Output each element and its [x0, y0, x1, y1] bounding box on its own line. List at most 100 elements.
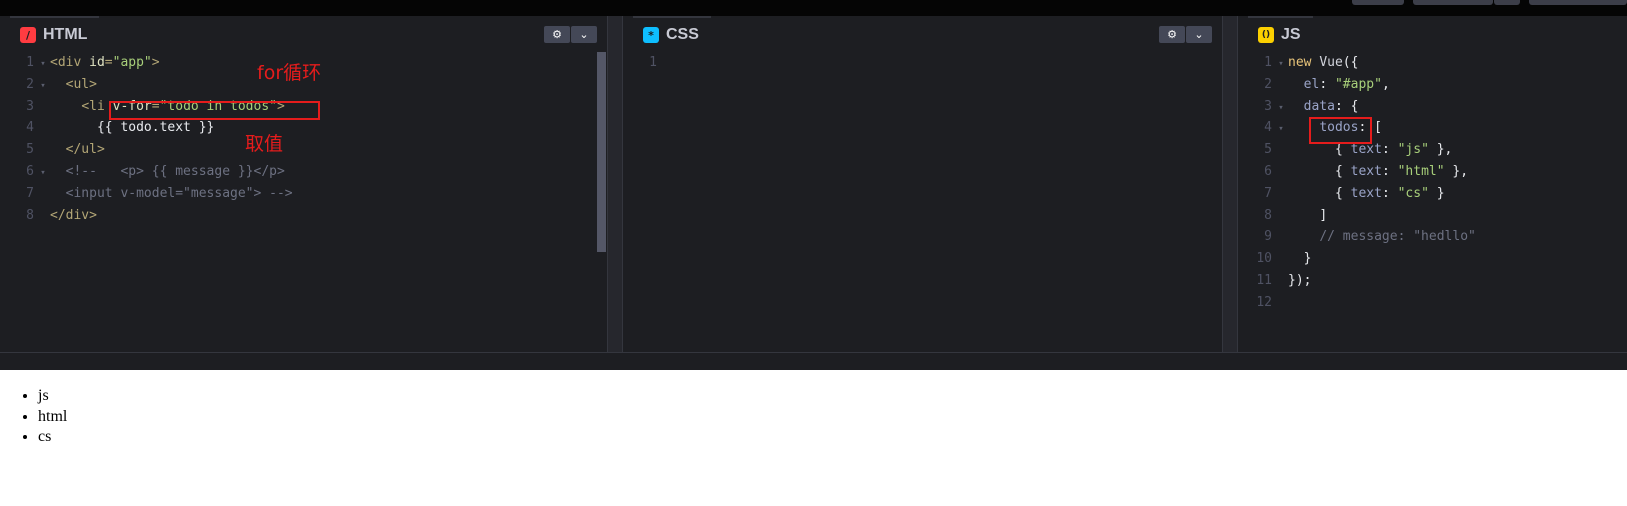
toolbar-button[interactable] — [1529, 0, 1627, 5]
css-pane-buttons: ⚙ ⌄ — [1159, 26, 1212, 43]
code-token: , — [1381, 76, 1390, 92]
fold-arrow-icon[interactable]: ▾ — [36, 54, 50, 76]
html-editor-scrollbar[interactable] — [597, 52, 606, 252]
list-item: html — [38, 407, 67, 428]
line-number: 3 — [26, 98, 34, 114]
fold-arrow-icon[interactable]: ▾ — [1274, 54, 1288, 76]
html-pane-buttons: ⚙ ⌄ — [544, 26, 597, 43]
todo-list: jshtmlcs — [38, 386, 67, 448]
gear-icon[interactable]: ⚙ — [544, 26, 570, 43]
toolbar-button[interactable] — [1352, 0, 1404, 5]
line-number: 1 — [649, 55, 657, 70]
code-token: "js" — [1397, 142, 1429, 158]
code-line[interactable]: 4 ▾ todos: [ — [1238, 117, 1627, 139]
fold-arrow-icon[interactable]: ▾ — [1274, 119, 1288, 141]
code-line[interactable]: 5 { text: "js" }, — [1238, 139, 1627, 161]
code-line[interactable]: 10 } — [1238, 248, 1627, 270]
css-code-editor[interactable]: 1 — [623, 52, 1222, 74]
line-number: 6 — [1264, 163, 1272, 179]
line-number: 11 — [1256, 272, 1272, 288]
chevron-down-icon[interactable]: ⌄ — [571, 26, 597, 43]
js-editor-pane: () JS 1 ▾ new Vue({2 el: "#app", 3 ▾ data: {… — [1238, 16, 1627, 366]
gear-icon[interactable]: ⚙ — [1159, 26, 1185, 43]
code-line[interactable]: 4 {{ todo.text }} — [0, 117, 607, 139]
code-line[interactable]: 7 { text: "cs" } — [1238, 183, 1627, 205]
line-number: 4 — [26, 120, 34, 136]
code-token: </div> — [50, 207, 97, 223]
fold-arrow-icon[interactable]: ▾ — [1274, 98, 1288, 120]
js-pane-header: () JS — [1238, 16, 1627, 52]
code-line[interactable]: 3 ▾ data: { — [1238, 96, 1627, 118]
code-token: { — [1334, 142, 1351, 158]
code-line[interactable]: 6 { text: "html" }, — [1238, 161, 1627, 183]
code-token: : — [1319, 76, 1335, 92]
code-line[interactable]: 8 ] — [1238, 205, 1627, 227]
code-token: "html" — [1397, 163, 1445, 179]
line-number: 2 — [26, 76, 34, 92]
chevron-down-icon[interactable]: ⌄ — [1186, 26, 1212, 43]
editor-area: / HTML ⚙ ⌄ 1 ▾ <div id="app"> 2 ▾ <ul> 3 <li … — [0, 16, 1627, 366]
code-line[interactable]: 11}); — [1238, 270, 1627, 292]
list-item: cs — [38, 427, 67, 448]
line-number: 1 — [26, 55, 34, 70]
code-token: } — [1428, 185, 1445, 201]
js-tab[interactable]: () JS — [1248, 16, 1313, 52]
code-line[interactable]: 5 </ul> — [0, 139, 607, 161]
code-line[interactable]: 9 // message: "hedllo" — [1238, 226, 1627, 248]
css-pane-header: * CSS ⚙ ⌄ — [623, 16, 1222, 52]
code-token: : — [1381, 185, 1398, 201]
line-number: 5 — [26, 142, 34, 158]
code-line[interactable]: 1 — [623, 52, 1222, 74]
css-icon: * — [643, 27, 659, 43]
preview-resizer[interactable] — [0, 352, 1627, 370]
html-tab[interactable]: / HTML — [10, 16, 100, 52]
js-tab-label: JS — [1281, 26, 1301, 43]
code-token: ({ — [1342, 55, 1359, 70]
code-token: : — [1381, 163, 1398, 179]
html-icon: / — [20, 27, 36, 43]
code-token: = — [104, 55, 113, 70]
code-token: { — [1334, 163, 1351, 179]
code-line[interactable]: 6 ▾ <!-- <p> {{ message }}</p> — [0, 161, 607, 183]
toolbar-dropdown-button[interactable] — [1494, 0, 1520, 5]
js-code-editor[interactable]: 1 ▾ new Vue({2 el: "#app", 3 ▾ data: {4 ▾ tod… — [1238, 52, 1627, 314]
code-token: }, — [1428, 142, 1453, 158]
code-line[interactable]: 8 </div> — [0, 205, 607, 227]
annotation-box-todos — [1309, 117, 1372, 144]
html-tab-label: HTML — [43, 26, 88, 43]
toolbar-button[interactable] — [1413, 0, 1493, 5]
line-number: 12 — [1256, 294, 1272, 310]
annotation-for-loop: for循环 — [257, 62, 322, 84]
code-token: <input v-model="message"> --> — [65, 185, 293, 201]
css-tab[interactable]: * CSS — [633, 16, 711, 52]
line-number: 3 — [1264, 98, 1272, 114]
line-number: 10 — [1256, 251, 1272, 267]
code-line[interactable]: 1 ▾ new Vue({ — [1238, 52, 1627, 74]
code-token: ] — [1319, 207, 1328, 223]
fold-arrow-icon[interactable]: ▾ — [36, 163, 50, 185]
code-line[interactable]: 7 <input v-model="message"> --> — [0, 183, 607, 205]
code-token: new — [1288, 55, 1320, 70]
code-line[interactable]: 2 el: "#app", — [1238, 74, 1627, 96]
code-token: {{ todo.text }} — [96, 120, 215, 136]
code-token: <!-- <p> {{ message }}</p> — [65, 163, 285, 179]
code-token: text — [1350, 142, 1382, 158]
result-preview: jshtmlcs — [0, 370, 1627, 506]
pane-divider[interactable] — [1222, 16, 1238, 366]
line-number: 1 — [1264, 55, 1272, 70]
code-line[interactable]: 12 — [1238, 292, 1627, 314]
code-token: data — [1303, 98, 1335, 114]
annotation-box-v-for — [109, 101, 320, 120]
line-number: 4 — [1264, 120, 1272, 136]
pane-divider[interactable] — [607, 16, 623, 366]
code-token: "#app" — [1334, 76, 1382, 92]
fold-arrow-icon[interactable]: ▾ — [36, 76, 50, 98]
code-token: text — [1350, 163, 1382, 179]
